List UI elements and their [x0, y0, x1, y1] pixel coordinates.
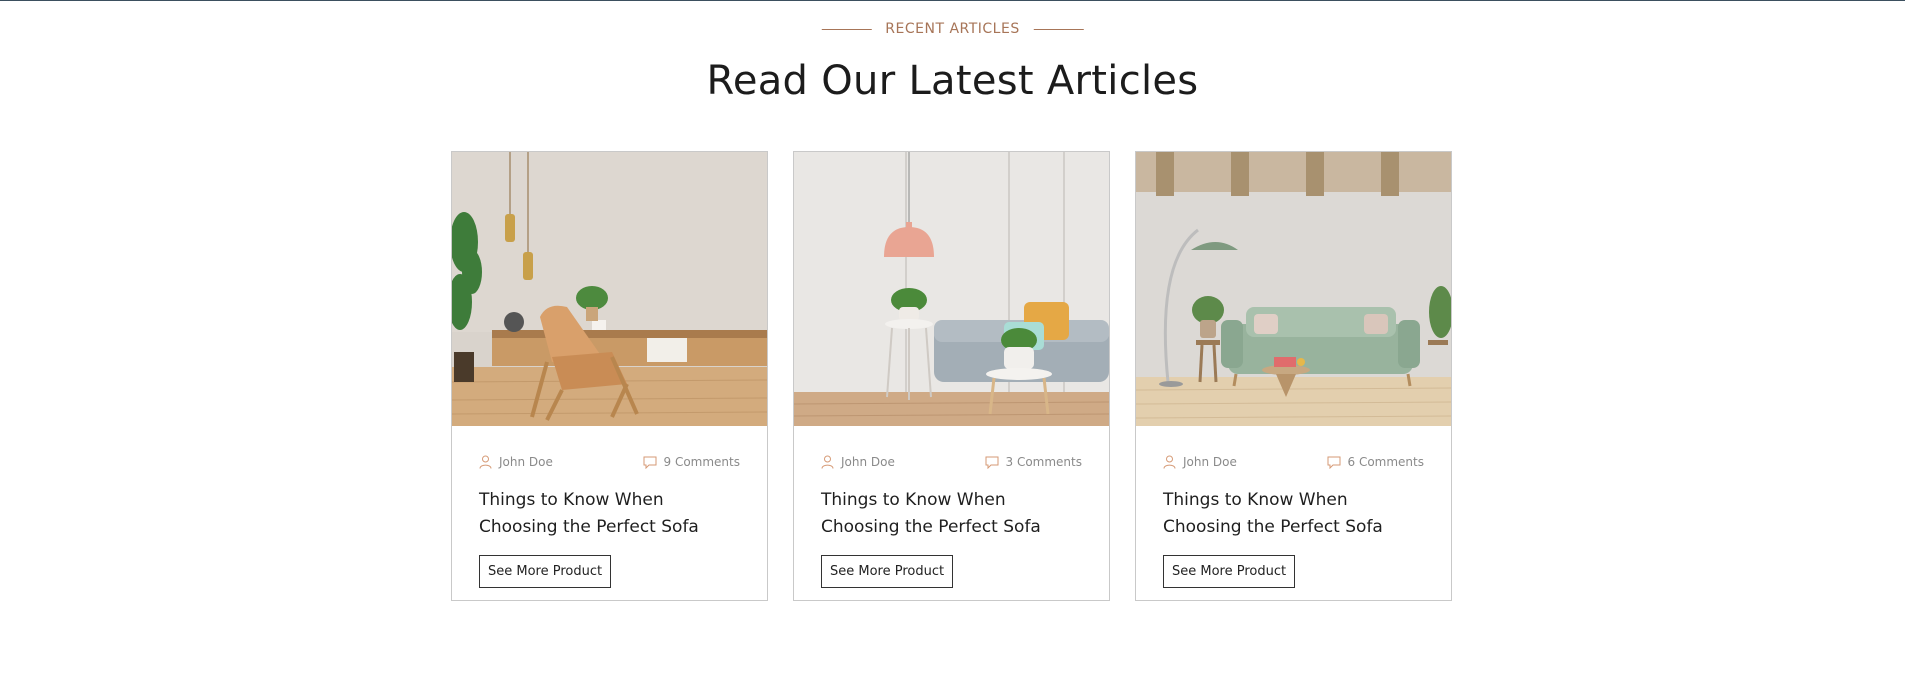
article-image[interactable] — [1136, 152, 1451, 426]
article-card: John Doe 6 Comments Things to Know When … — [1135, 151, 1452, 601]
article-image[interactable] — [452, 152, 767, 426]
article-title[interactable]: Things to Know When Choosing the Perfect… — [479, 487, 744, 541]
comment-icon — [643, 456, 656, 469]
user-icon — [1163, 455, 1176, 469]
author-name: John Doe — [1183, 455, 1237, 469]
top-border-line — [0, 0, 1905, 1]
see-more-product-button[interactable]: See More Product — [1163, 555, 1296, 588]
see-more-product-button[interactable]: See More Product — [479, 555, 612, 588]
article-title[interactable]: Things to Know When Choosing the Perfect… — [1163, 487, 1428, 541]
living-room-green-sofa-image — [1136, 152, 1451, 426]
author-name: John Doe — [841, 455, 895, 469]
comments-count: 6 Comments — [1347, 455, 1425, 469]
article-card: John Doe 3 Comments Things to Know When … — [793, 151, 1110, 601]
eyebrow-left-divider — [821, 28, 872, 30]
comments-count: 3 Comments — [1005, 455, 1083, 469]
article-author[interactable]: John Doe — [479, 455, 553, 469]
article-author[interactable]: John Doe — [821, 455, 895, 469]
comments-count: 9 Comments — [663, 455, 741, 469]
article-meta: John Doe 6 Comments — [1163, 455, 1424, 475]
article-meta: John Doe 3 Comments — [821, 455, 1082, 475]
article-title[interactable]: Things to Know When Choosing the Perfect… — [821, 487, 1086, 541]
living-room-gray-sofa-image — [794, 152, 1109, 426]
eyebrow-label: RECENT ARTICLES — [885, 21, 1020, 37]
user-icon — [821, 455, 834, 469]
section-eyebrow: RECENT ARTICLES — [821, 21, 1084, 37]
eyebrow-right-divider — [1033, 28, 1084, 30]
article-card: John Doe 9 Comments Things to Know When … — [451, 151, 768, 601]
article-comments[interactable]: 9 Comments — [643, 455, 741, 469]
section-title: Read Our Latest Articles — [706, 58, 1199, 104]
article-author[interactable]: John Doe — [1163, 455, 1237, 469]
comment-icon — [1327, 456, 1340, 469]
comment-icon — [985, 456, 998, 469]
living-room-armchair-image — [452, 152, 767, 426]
article-comments[interactable]: 6 Comments — [1327, 455, 1425, 469]
see-more-product-button[interactable]: See More Product — [821, 555, 954, 588]
article-image[interactable] — [794, 152, 1109, 426]
article-meta: John Doe 9 Comments — [479, 455, 740, 475]
article-comments[interactable]: 3 Comments — [985, 455, 1083, 469]
article-cards: John Doe 9 Comments Things to Know When … — [451, 151, 1452, 601]
author-name: John Doe — [499, 455, 553, 469]
user-icon — [479, 455, 492, 469]
